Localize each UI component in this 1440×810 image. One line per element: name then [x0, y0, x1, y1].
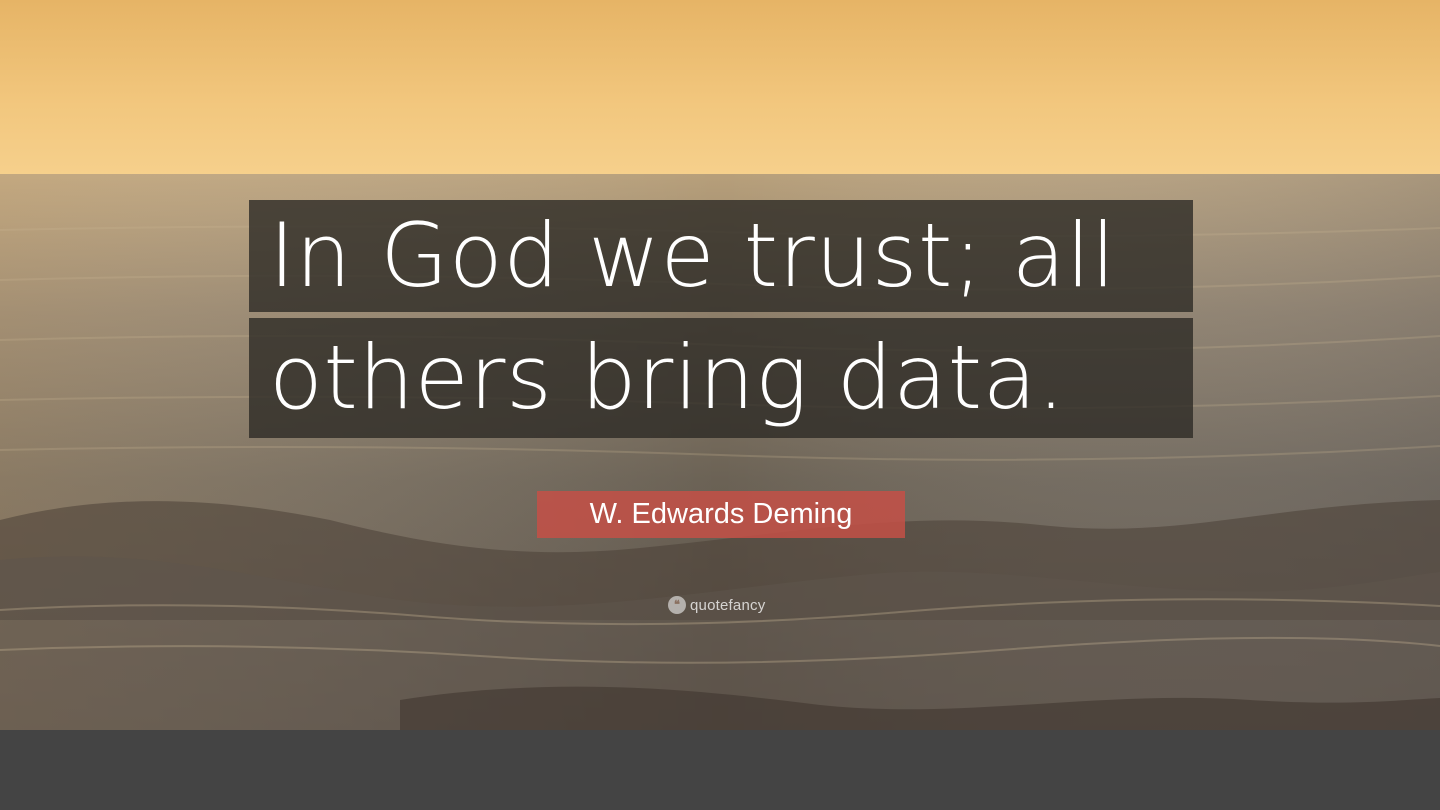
bottom-bar	[0, 730, 1440, 810]
quote-line-2: others bring data.	[249, 318, 1193, 438]
brand-watermark: ❝ quotefancy	[668, 594, 765, 616]
quote-card: In God we trust; all others bring data. …	[0, 0, 1440, 730]
quote-line-1: In God we trust; all	[249, 200, 1193, 312]
brand-name: quotefancy	[690, 596, 766, 614]
author-label: W. Edwards Deming	[537, 491, 905, 538]
quote-mark-icon: ❝	[668, 596, 686, 614]
